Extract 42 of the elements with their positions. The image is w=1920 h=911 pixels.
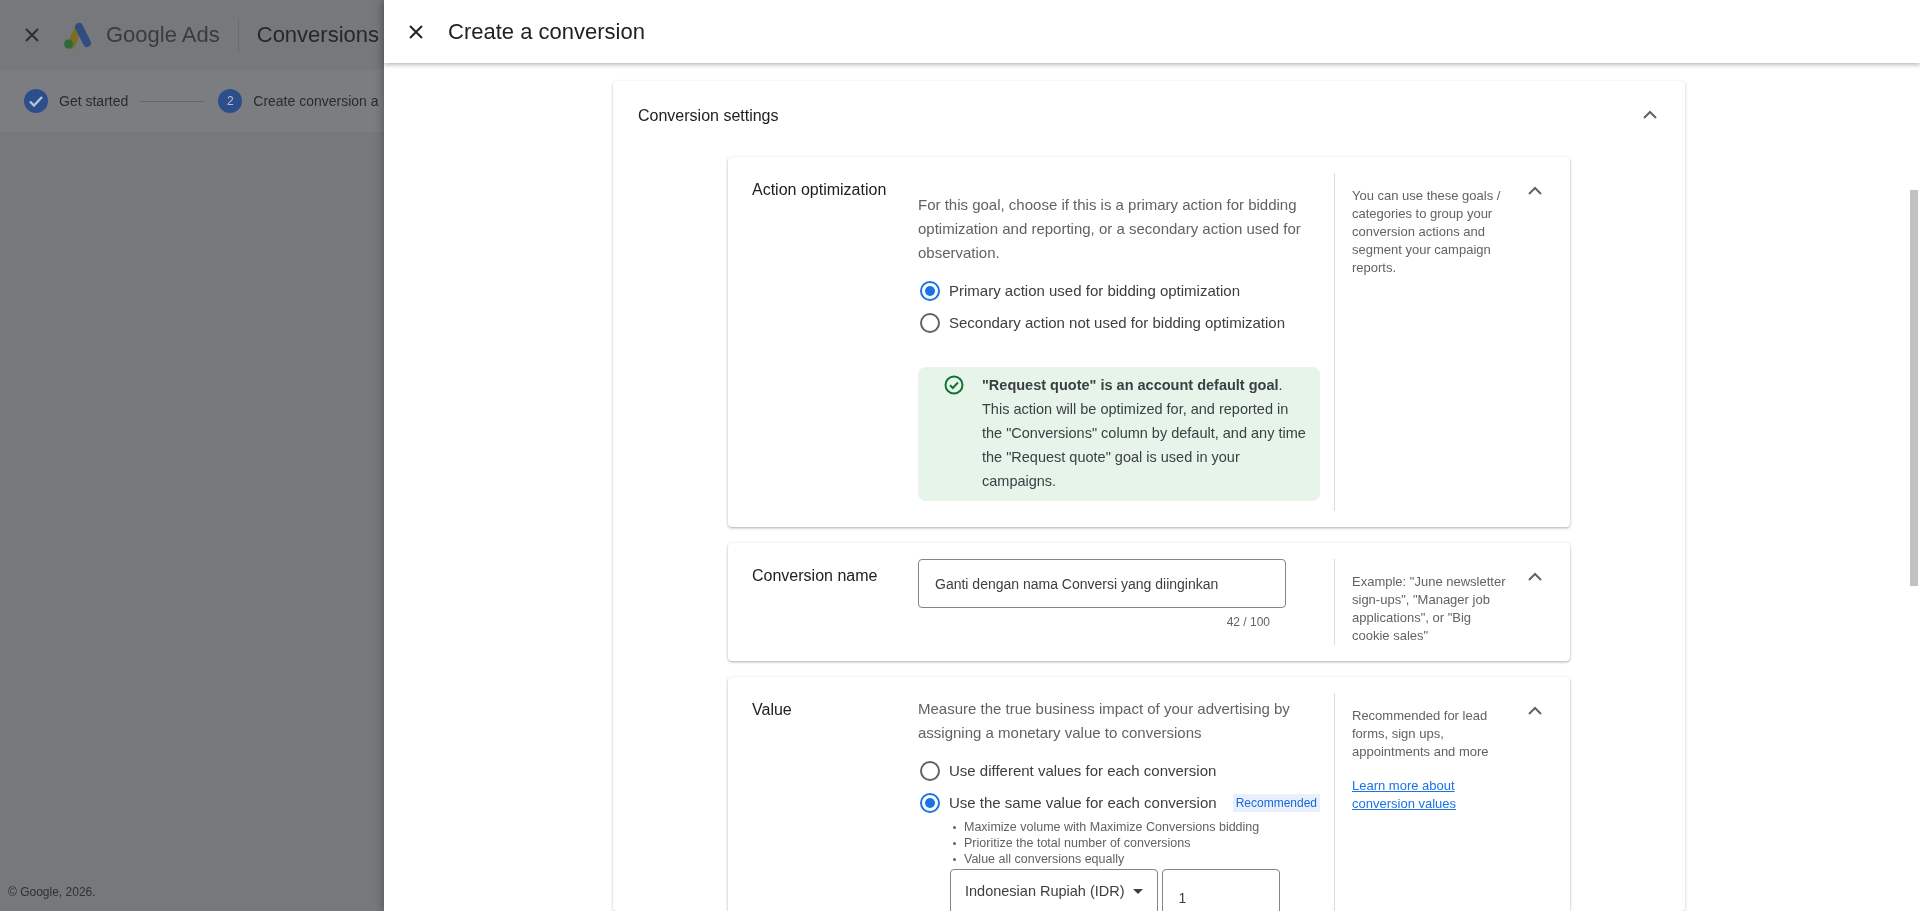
step-number: 2 [218, 89, 243, 113]
help-text: You can use these goals / categories to group your conversion actions and segment your campaign reports. [1352, 187, 1502, 277]
bullet-text: Prioritize the total number of conversions [964, 835, 1191, 851]
radio-empty-icon[interactable] [920, 761, 940, 781]
bullet-icon [953, 841, 956, 845]
scrollbar-thumb[interactable] [1910, 190, 1918, 586]
bullet-icon [953, 825, 956, 829]
notice-text: "Request quote" is an account default goal. This action will be optimized for, and reported in the "Conversions" column by default, and any time the "Request quote" goal is used in your campaigns. [982, 376, 1306, 491]
currency-dropdown[interactable]: Indonesian Rupiah (IDR) [950, 869, 1158, 911]
section-title: Conversion name [752, 566, 879, 586]
conversion-name-field[interactable]: Ganti dengan nama Conversi yang diinginkan [918, 559, 1286, 608]
step-label: Create conversion a [253, 93, 379, 109]
logo-icon [62, 21, 92, 49]
section-description: For this goal, choose if this is a primary action for bidding optimization and reporting, or a secondary action used for observation. [918, 195, 1302, 263]
radio-option[interactable]: Secondary action not used for bidding optimization [918, 307, 1320, 339]
radio-empty-icon[interactable] [920, 313, 940, 333]
help-text: Example: "June newsletter sign-ups", "Manager job applications", or "Big cookie sales" [1352, 573, 1507, 645]
dialog-title: Create a conversion [448, 18, 645, 45]
section-title: Action optimization [752, 180, 888, 200]
page-title: Conversions [256, 22, 380, 48]
radio-selected-icon[interactable] [920, 281, 940, 301]
close-icon[interactable] [408, 23, 424, 40]
check-circle-icon [944, 375, 964, 395]
amount-field[interactable]: 1 [1161, 869, 1280, 911]
bullet-icon [953, 857, 956, 861]
bullet-text: Value all conversions equally [964, 851, 1125, 867]
card-title: Conversion settings [638, 107, 779, 125]
section-description: Measure the true business impact of your advertising by assigning a monetary value to conversions [918, 699, 1291, 743]
help-text: Recommended for lead forms, sign ups, appointments and more [1352, 707, 1490, 761]
radio-option[interactable]: Use the same value for each conversion Recommended [918, 787, 1320, 819]
recommended-badge: Recommended [1232, 794, 1320, 812]
copyright-text: © Google, 2026. [8, 885, 96, 899]
step-label: Get started [59, 93, 129, 109]
app-name: Google Ads [106, 22, 220, 48]
caret-icon [1132, 888, 1143, 894]
radio-selected-icon[interactable] [920, 793, 940, 813]
learn-more-link[interactable]: Learn more about conversion values [1352, 777, 1508, 813]
character-counter: 42 / 100 [1225, 614, 1270, 631]
section-title: Value [752, 700, 793, 720]
radio-option[interactable]: Use different values for each conversion [918, 755, 1320, 787]
bullet-text: Maximize volume with Maximize Conversions bidding [964, 819, 1260, 835]
radio-option[interactable]: Primary action used for bidding optimization [918, 275, 1320, 307]
